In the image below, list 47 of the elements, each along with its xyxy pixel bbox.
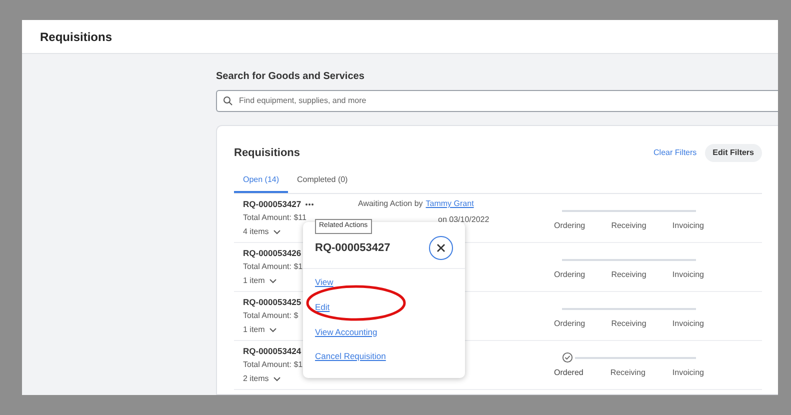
- items-count: 1 item: [243, 324, 265, 336]
- total-amount: Total Amount: $1: [243, 261, 304, 274]
- more-icon[interactable]: [305, 202, 314, 206]
- status-text: Awaiting Action by: [358, 198, 423, 210]
- search-icon: [223, 96, 233, 106]
- action-link[interactable]: Cancel Requisition: [315, 350, 386, 363]
- step-label: Invoicing: [672, 366, 704, 378]
- step-label: Ordering: [554, 318, 586, 330]
- tab[interactable]: Open (14): [234, 170, 288, 193]
- items-count: 2 items: [243, 373, 269, 386]
- requisition-id[interactable]: RQ-000053425: [243, 296, 302, 308]
- action-link[interactable]: Edit: [315, 300, 330, 314]
- edit-filters-button[interactable]: Edit Filters: [704, 144, 762, 162]
- search-field[interactable]: Find equipment, supplies, and more: [216, 90, 778, 112]
- page-title: Requisitions: [40, 28, 112, 46]
- step-label: Receiving: [611, 220, 646, 232]
- items-count: 4 items: [243, 226, 269, 238]
- requisition-id[interactable]: RQ-000053424: [243, 344, 302, 358]
- step-label: Invoicing: [672, 318, 704, 330]
- step-label: Ordered: [554, 366, 584, 378]
- chevron-down-icon[interactable]: [272, 229, 281, 236]
- step-label: Receiving: [610, 366, 646, 378]
- clear-filters-link[interactable]: Clear Filters: [654, 147, 697, 159]
- step-label: Receiving: [611, 318, 646, 330]
- chevron-down-icon[interactable]: [268, 278, 277, 284]
- step-label: Invoicing: [672, 268, 704, 280]
- items-count: 1 item: [243, 275, 265, 288]
- action-link[interactable]: View Accounting: [315, 326, 378, 338]
- card-title: Requisitions: [234, 146, 300, 161]
- chevron-down-icon[interactable]: [268, 327, 277, 334]
- person-link[interactable]: Tammy Grant: [426, 198, 474, 210]
- requisition-id[interactable]: RQ-000053427: [243, 198, 302, 210]
- close-icon: [436, 243, 446, 253]
- close-button[interactable]: [429, 236, 453, 260]
- step-label: Ordering: [554, 268, 586, 280]
- step-label: Receiving: [611, 268, 646, 280]
- step-label: Invoicing: [672, 220, 704, 232]
- total-amount: Total Amount: $1: [243, 359, 304, 372]
- requisition-id[interactable]: RQ-000053426: [243, 246, 302, 260]
- search-label: Search for Goods and Services: [216, 70, 366, 84]
- popover-title: RQ-000053427: [315, 240, 390, 256]
- chevron-down-icon[interactable]: [272, 376, 281, 382]
- total-amount: Total Amount: $: [243, 310, 300, 322]
- tab[interactable]: Completed (0): [288, 170, 357, 193]
- step-label: Ordering: [554, 220, 586, 232]
- search-input[interactable]: Find equipment, supplies, and more: [239, 95, 772, 107]
- action-link[interactable]: View: [315, 276, 334, 289]
